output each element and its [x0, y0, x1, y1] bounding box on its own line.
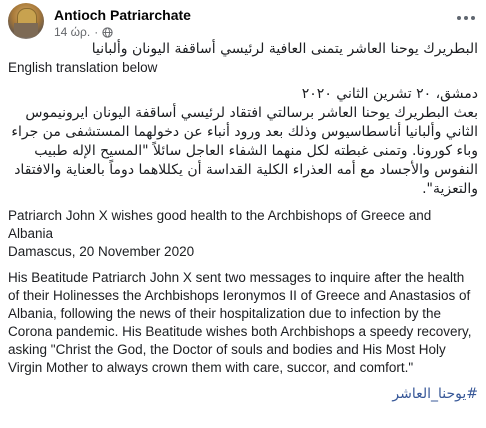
arabic-date: دمشق، ٢٠ تشرين الثاني ٢٠٢٠	[301, 86, 478, 102]
page-name[interactable]: Antioch Patriarchate	[54, 7, 191, 23]
more-options-icon[interactable]	[454, 11, 478, 25]
meta-separator: ·	[94, 25, 99, 39]
dot	[471, 16, 475, 20]
arabic-title: البطريرك يوحنا العاشر يتمنى العافية لرئي…	[91, 41, 478, 57]
dot	[457, 16, 461, 20]
dot	[464, 16, 468, 20]
facebook-post: Antioch Patriarchate 14 ώρ. · البطريرك ي…	[0, 0, 486, 428]
english-title: Patriarch John X wishes good health to t…	[8, 208, 432, 241]
post-meta: 14 ώρ. ·	[54, 25, 113, 39]
arabic-body: بعث البطريرك يوحنا العاشر برسالتي افتقاد…	[11, 105, 478, 197]
globe-icon	[102, 26, 113, 38]
english-date: Damascus, 20 November 2020	[8, 244, 195, 259]
page-avatar[interactable]	[8, 3, 44, 39]
english-body: His Beatitude Patriarch John X sent two …	[8, 270, 472, 375]
translation-note: English translation below	[8, 60, 158, 75]
hashtag-link[interactable]: #يوحنا_العاشر	[8, 385, 478, 404]
post-header: Antioch Patriarchate 14 ώρ. ·	[8, 3, 478, 41]
post-time[interactable]: 14 ώρ.	[54, 25, 90, 39]
post-body: البطريرك يوحنا العاشر يتمنى العافية لرئي…	[8, 40, 478, 404]
avatar-building	[14, 23, 38, 37]
